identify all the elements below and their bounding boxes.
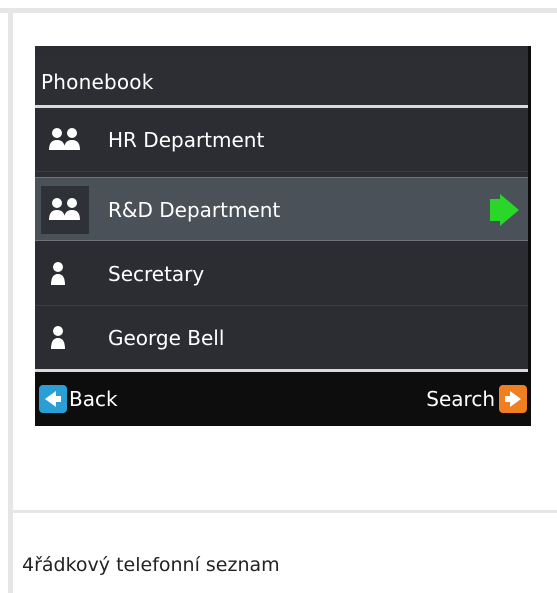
list-item-hr-department[interactable]: HR Department: [35, 108, 528, 172]
forward-arrow-icon: [499, 385, 527, 413]
list-item-label: Secretary: [108, 262, 205, 286]
list-item-label: HR Department: [108, 128, 265, 152]
image-caption: 4řádkový telefonní seznam: [22, 554, 280, 576]
phonebook-header: Phonebook: [35, 56, 528, 108]
select-arrow-icon[interactable]: [486, 192, 522, 232]
phone-display: Phonebook HR Department R&D Department S…: [35, 46, 531, 426]
back-softkey[interactable]: Back: [39, 384, 118, 414]
back-arrow-icon: [39, 385, 67, 413]
contact-icon: [41, 314, 89, 362]
phonebook-title: Phonebook: [41, 70, 154, 94]
contact-icon: [41, 250, 89, 298]
frame-left-border: [8, 8, 13, 593]
list-item-secretary[interactable]: Secretary: [35, 242, 528, 306]
search-softkey[interactable]: Search: [426, 384, 527, 414]
search-label: Search: [426, 387, 495, 411]
list-item-george-bell[interactable]: George Bell: [35, 306, 528, 370]
phone-screen: Phonebook HR Department R&D Department S…: [35, 46, 528, 426]
softkey-bar: Back Search: [35, 372, 531, 426]
back-label: Back: [69, 387, 118, 411]
group-icon: [41, 186, 89, 234]
group-icon: [41, 116, 89, 164]
list-item-label: R&D Department: [108, 198, 281, 222]
frame-top-border: [0, 8, 557, 13]
caption-divider: [8, 510, 557, 513]
list-item-label: George Bell: [108, 326, 225, 350]
list-item-rd-department[interactable]: R&D Department: [35, 177, 528, 241]
